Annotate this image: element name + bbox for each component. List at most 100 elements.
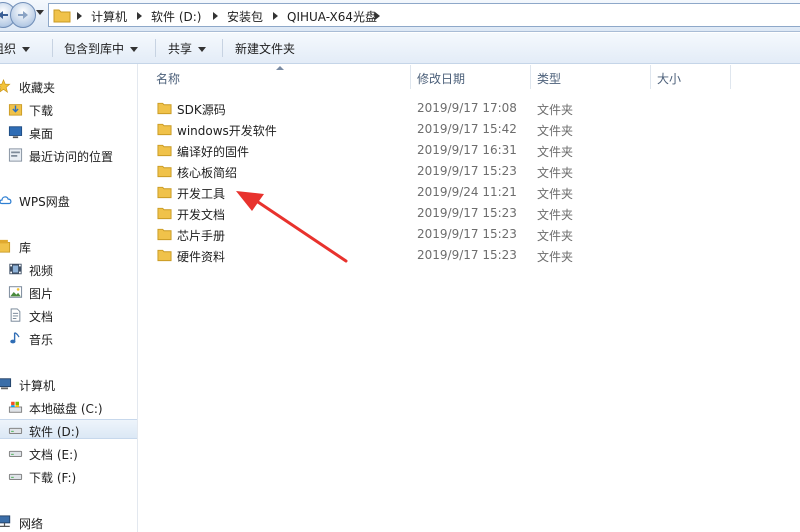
nav-label-drive-d: 软件 (D:): [29, 425, 80, 439]
column-divider[interactable]: [410, 65, 411, 89]
nav-item-libraries[interactable]: 库: [0, 236, 137, 256]
forward-button[interactable]: [10, 2, 36, 28]
nav-label-wps: WPS网盘: [19, 195, 70, 209]
address-box[interactable]: 计算机 软件 (D:) 安装包 QIHUA-X64光盘: [48, 3, 800, 27]
navigation-pane: 收藏夹 下载 桌面 最近访问的位置 WPS网盘 库 视频 图片 文档 音乐 计算…: [0, 64, 138, 532]
drive-icon: [8, 427, 23, 434]
organize-label: 组织: [0, 42, 17, 56]
system-drive-icon: [8, 401, 23, 413]
file-row[interactable]: windows开发软件 2019/9/17 15:42 文件夹: [139, 119, 800, 140]
file-row[interactable]: 硬件资料 2019/9/17 15:23 文件夹: [139, 245, 800, 266]
desktop-icon: [8, 126, 23, 139]
file-name: windows开发软件: [177, 124, 277, 138]
nav-item-drive-e[interactable]: 文档 (E:): [0, 443, 137, 463]
sort-ascending-icon: [276, 66, 284, 70]
column-divider[interactable]: [530, 65, 531, 89]
breadcrumb-separator-icon[interactable]: [213, 12, 218, 20]
share-button[interactable]: 共享: [168, 40, 207, 57]
nav-item-downloads[interactable]: 下载: [0, 99, 137, 119]
nav-label-favorites: 收藏夹: [19, 81, 56, 95]
file-type: 文件夹: [537, 145, 574, 159]
breadcrumb-separator-icon[interactable]: [137, 12, 142, 20]
nav-label-downloads: 下载: [29, 104, 54, 118]
file-type: 文件夹: [537, 103, 574, 117]
breadcrumb-separator-icon[interactable]: [77, 12, 82, 20]
file-type: 文件夹: [537, 187, 574, 201]
file-name: 开发文档: [177, 208, 226, 222]
breadcrumb-drive-d[interactable]: 软件 (D:): [151, 8, 201, 25]
nav-item-desktop[interactable]: 桌面: [0, 122, 137, 142]
toolbar-divider: [222, 39, 223, 57]
column-header-type[interactable]: 类型: [537, 70, 561, 87]
drive-icon: [8, 450, 23, 457]
new-folder-button[interactable]: 新建文件夹: [235, 40, 295, 57]
file-name: 开发工具: [177, 187, 226, 201]
command-toolbar: 组织 包含到库中 共享 新建文件夹: [0, 33, 800, 64]
nav-item-recent[interactable]: 最近访问的位置: [0, 145, 137, 165]
music-note-icon: [10, 332, 20, 344]
nav-item-favorites[interactable]: 收藏夹: [0, 76, 137, 96]
organize-button[interactable]: 组织: [0, 40, 31, 57]
nav-item-network[interactable]: 网络: [0, 512, 137, 532]
breadcrumb-separator-icon[interactable]: [375, 12, 380, 20]
nav-item-wps-cloud[interactable]: WPS网盘: [0, 190, 137, 210]
nav-item-documents[interactable]: 文档: [0, 305, 137, 325]
document-icon: [10, 308, 21, 322]
nav-label-drive-c: 本地磁盘 (C:): [29, 402, 103, 416]
file-row[interactable]: 核心板简绍 2019/9/17 15:23 文件夹: [139, 161, 800, 182]
folder-icon: [157, 165, 172, 178]
recent-places-icon: [8, 148, 23, 162]
file-date: 2019/9/17 15:23: [417, 227, 517, 241]
nav-item-drive-c[interactable]: 本地磁盘 (C:): [0, 397, 137, 417]
file-date: 2019/9/17 17:08: [417, 101, 517, 115]
file-name: SDK源码: [177, 103, 226, 117]
library-icon: [0, 239, 11, 253]
share-label: 共享: [168, 42, 193, 56]
folder-icon: [157, 207, 172, 220]
nav-label-libraries: 库: [19, 241, 32, 255]
column-header-size[interactable]: 大小: [657, 70, 681, 87]
breadcrumb-installers[interactable]: 安装包: [227, 8, 263, 25]
video-icon: [9, 263, 22, 275]
nav-item-computer[interactable]: 计算机: [0, 374, 137, 394]
file-date: 2019/9/17 15:23: [417, 164, 517, 178]
chevron-down-icon: [22, 47, 31, 52]
include-in-library-button[interactable]: 包含到库中: [64, 40, 139, 57]
file-row[interactable]: 开发工具 2019/9/24 11:21 文件夹: [139, 182, 800, 203]
file-type: 文件夹: [537, 208, 574, 222]
file-row[interactable]: 芯片手册 2019/9/17 15:23 文件夹: [139, 224, 800, 245]
file-row[interactable]: 编译好的固件 2019/9/17 16:31 文件夹: [139, 140, 800, 161]
file-row[interactable]: 开发文档 2019/9/17 15:23 文件夹: [139, 203, 800, 224]
file-name: 芯片手册: [177, 229, 226, 243]
column-divider[interactable]: [650, 65, 651, 89]
file-type: 文件夹: [537, 166, 574, 180]
nav-label-network: 网络: [19, 517, 44, 531]
nav-label-computer: 计算机: [19, 379, 56, 393]
nav-item-videos[interactable]: 视频: [0, 259, 137, 279]
nav-label-music: 音乐: [29, 333, 54, 347]
computer-icon: [0, 378, 12, 390]
nav-label-videos: 视频: [29, 264, 54, 278]
nav-item-drive-d[interactable]: 软件 (D:): [0, 419, 137, 439]
file-row[interactable]: SDK源码 2019/9/17 17:08 文件夹: [139, 98, 800, 119]
column-divider[interactable]: [730, 65, 731, 89]
breadcrumb-qihua-disc[interactable]: QIHUA-X64光盘: [287, 8, 377, 25]
nav-item-pictures[interactable]: 图片: [0, 282, 137, 302]
breadcrumb-separator-icon[interactable]: [273, 12, 278, 20]
nav-item-drive-f[interactable]: 下载 (F:): [0, 466, 137, 486]
drive-icon: [8, 473, 23, 480]
forward-arrow-icon: [18, 11, 28, 19]
folder-icon: [157, 249, 172, 262]
breadcrumb-computer[interactable]: 计算机: [91, 8, 127, 25]
folder-icon: [157, 144, 172, 157]
file-date: 2019/9/17 15:42: [417, 122, 517, 136]
recent-pages-dropdown-icon[interactable]: [36, 10, 44, 15]
include-in-library-label: 包含到库中: [64, 42, 125, 56]
column-header-date[interactable]: 修改日期: [417, 70, 465, 87]
folder-icon: [157, 228, 172, 241]
chevron-down-icon: [130, 47, 139, 52]
nav-item-music[interactable]: 音乐: [0, 328, 137, 348]
folder-icon: [53, 9, 71, 23]
column-header-name[interactable]: 名称: [156, 70, 180, 87]
folder-icon: [157, 123, 172, 136]
